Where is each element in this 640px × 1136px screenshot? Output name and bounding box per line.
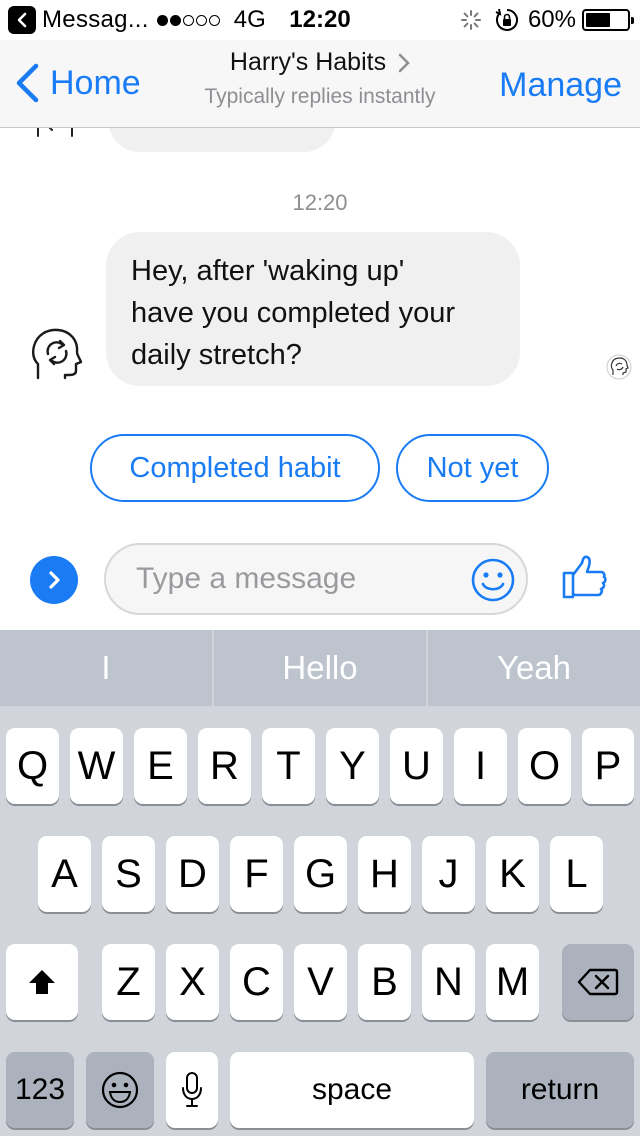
message-line-1: Hey, after 'waking up' <box>131 255 405 287</box>
battery-percent: 60% <box>527 6 576 33</box>
key-b[interactable]: B <box>358 944 411 1020</box>
shift-arrow-icon <box>29 970 55 994</box>
key-c[interactable]: C <box>230 944 283 1020</box>
conversation-title: Harry's Habits <box>229 48 387 76</box>
emoji-keyboard-icon <box>101 1071 139 1109</box>
like-button[interactable] <box>560 553 608 601</box>
bot-avatar-icon[interactable] <box>28 326 84 382</box>
status-left: Messag... 4G <box>8 6 266 34</box>
microphone-icon <box>182 1072 202 1107</box>
delete-key[interactable] <box>562 944 634 1020</box>
key-o[interactable]: O <box>518 728 571 804</box>
message-input-placeholder: Type a message <box>136 562 357 595</box>
key-l[interactable]: L <box>550 836 603 912</box>
shift-key[interactable] <box>6 944 78 1020</box>
key-y[interactable]: Y <box>326 728 379 804</box>
chevron-right-icon <box>49 571 60 589</box>
seen-receipt-avatar-icon <box>606 354 632 380</box>
key-p[interactable]: P <box>582 728 634 804</box>
message-line-3: daily stretch? <box>131 339 302 371</box>
back-to-app-label[interactable]: Messag... <box>42 6 149 34</box>
home-back-label: Home <box>50 63 141 102</box>
quick-replies: Completed habit Not yet <box>0 434 640 502</box>
key-j[interactable]: J <box>422 836 475 912</box>
status-bar: Messag... 4G 12:20 60% <box>0 0 640 40</box>
key-g[interactable]: G <box>294 836 347 912</box>
conversation-subtitle: Typically replies instantly <box>204 85 436 108</box>
bot-message-bubble[interactable]: Hey, after 'waking up' have you complete… <box>106 232 520 386</box>
back-to-app-icon[interactable] <box>8 6 36 34</box>
previous-bot-avatar <box>32 128 78 148</box>
key-v[interactable]: V <box>294 944 347 1020</box>
key-a[interactable]: A <box>38 836 91 912</box>
smiley-icon <box>471 558 515 602</box>
manage-button[interactable]: Manage <box>499 66 622 105</box>
activity-spinner-icon <box>460 10 481 30</box>
key-s[interactable]: S <box>102 836 155 912</box>
key-x[interactable]: X <box>166 944 219 1020</box>
key-h[interactable]: H <box>358 836 411 912</box>
chevron-left-icon <box>16 63 39 103</box>
network-type: 4G <box>233 6 266 33</box>
chevron-right-icon <box>398 53 410 72</box>
quick-reply-not-yet[interactable]: Not yet <box>396 434 549 502</box>
previous-message-bubble <box>108 128 336 152</box>
expand-composer-button[interactable] <box>30 556 78 604</box>
conversation-title-button[interactable]: Harry's Habits Typically replies instant… <box>160 48 480 109</box>
key-u[interactable]: U <box>390 728 443 804</box>
message-input[interactable]: Type a message <box>104 543 528 615</box>
signal-strength-icon <box>156 14 222 26</box>
key-z[interactable]: Z <box>102 944 155 1020</box>
key-d[interactable]: D <box>166 836 219 912</box>
orientation-lock-icon <box>495 8 518 31</box>
key-k[interactable]: K <box>486 836 539 912</box>
conversation-header: Home Harry's Habits Typically replies in… <box>0 40 640 128</box>
backspace-icon <box>577 968 619 996</box>
space-key[interactable]: space <box>230 1052 474 1128</box>
key-t[interactable]: T <box>262 728 315 804</box>
message-line-2: have you completed your <box>131 297 456 329</box>
message-timestamp: 12:20 <box>292 190 348 215</box>
home-back-button[interactable]: Home <box>14 62 141 104</box>
key-i[interactable]: I <box>454 728 507 804</box>
key-w[interactable]: W <box>70 728 123 804</box>
prediction-3[interactable]: Yeah <box>428 630 640 706</box>
key-r[interactable]: R <box>198 728 251 804</box>
key-e[interactable]: E <box>134 728 187 804</box>
emoji-keyboard-key[interactable] <box>86 1052 154 1128</box>
key-f[interactable]: F <box>230 836 283 912</box>
key-m[interactable]: M <box>486 944 539 1020</box>
quick-reply-completed-habit[interactable]: Completed habit <box>90 434 380 502</box>
keyboard: I Hello Yeah Q W E R T Y U I O P A S D F… <box>0 630 640 1136</box>
dictation-key[interactable] <box>166 1052 218 1128</box>
thumbs-up-icon <box>562 555 607 599</box>
battery-icon <box>582 9 634 31</box>
emoji-button[interactable] <box>470 557 516 603</box>
prediction-1[interactable]: I <box>0 630 214 706</box>
status-right: 60% <box>460 6 634 34</box>
numbers-key[interactable]: 123 <box>6 1052 74 1128</box>
key-q[interactable]: Q <box>6 728 59 804</box>
predictive-text-bar: I Hello Yeah <box>0 630 640 706</box>
prediction-2[interactable]: Hello <box>214 630 428 706</box>
return-key[interactable]: return <box>486 1052 634 1128</box>
key-n[interactable]: N <box>422 944 475 1020</box>
